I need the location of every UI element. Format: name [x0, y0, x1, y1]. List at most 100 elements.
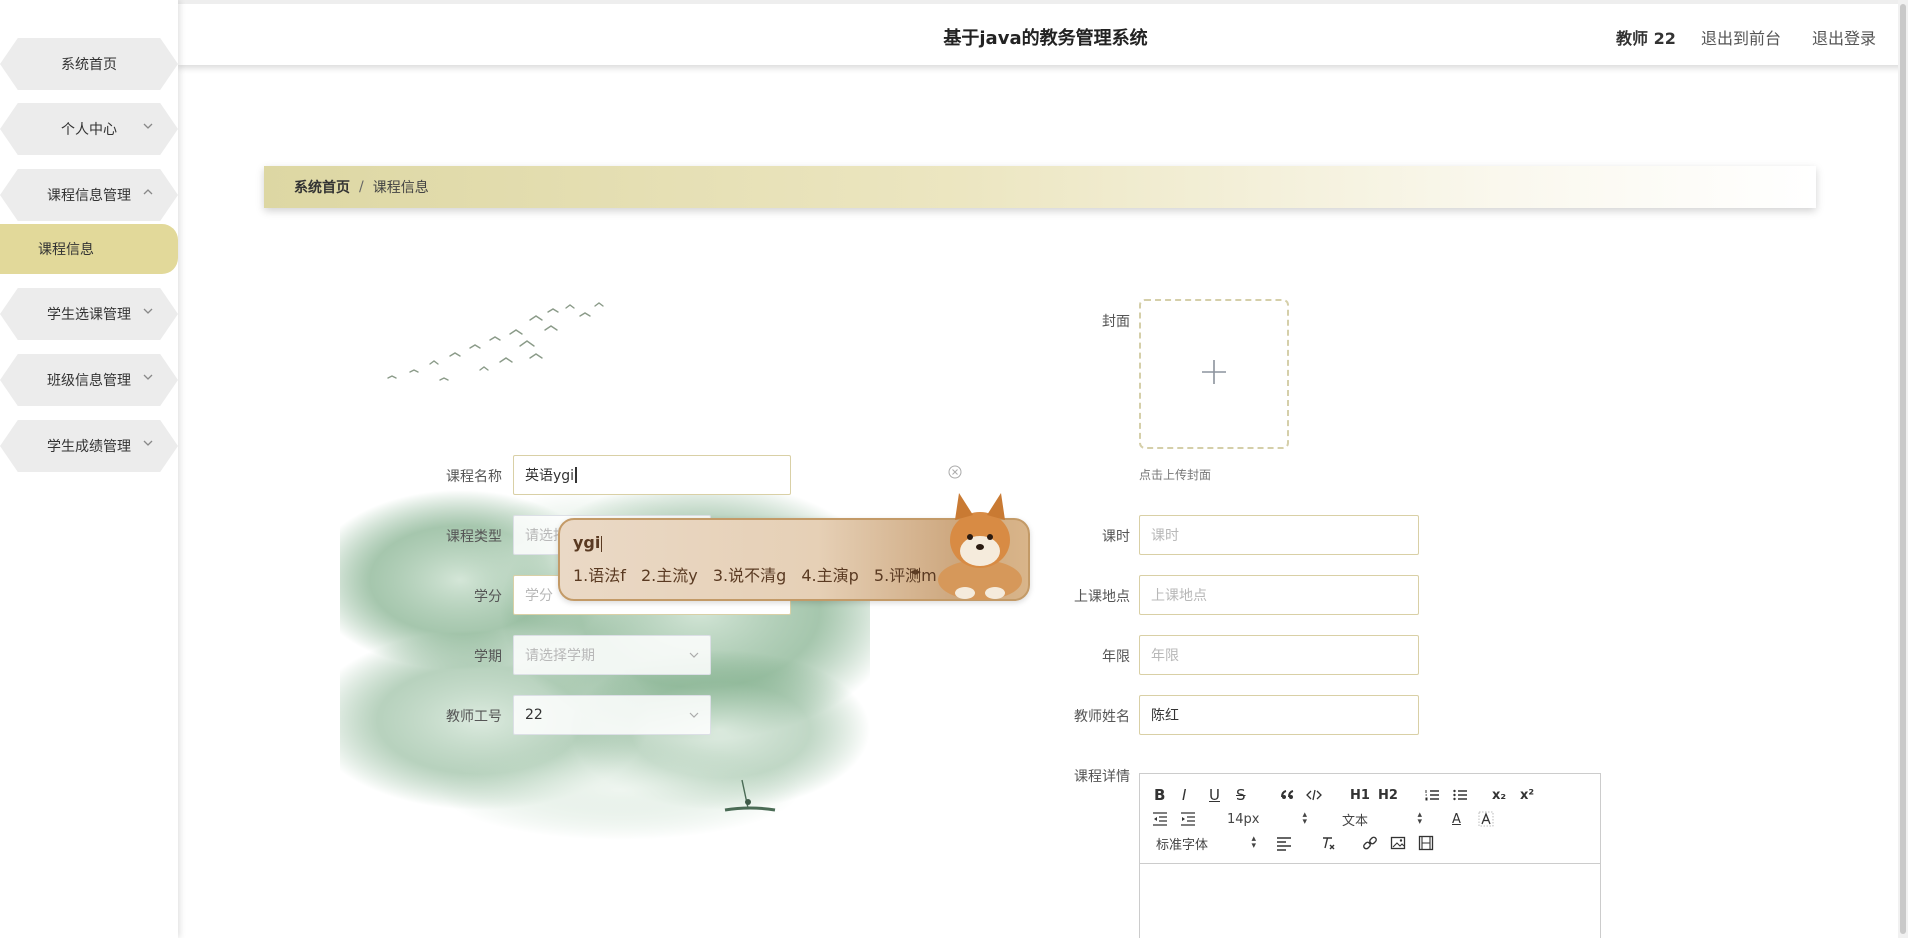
credit-placeholder: 学分: [525, 588, 553, 604]
hours-label: 课时: [1102, 529, 1130, 545]
sidebar-item-label: 系统首页: [61, 57, 117, 73]
superscript-button[interactable]: x²: [1520, 786, 1534, 804]
up-down-icon: ▴ ▾: [1417, 810, 1422, 827]
sidebar-item-label: 学生成绩管理: [47, 439, 131, 455]
bullet-list-icon[interactable]: [1452, 786, 1468, 804]
up-down-icon: ▴ ▾: [1251, 834, 1256, 851]
indent-icon[interactable]: [1180, 810, 1196, 828]
teacher-no-select[interactable]: 22: [513, 695, 711, 735]
birds-illustration: [387, 302, 604, 381]
chevron-down-icon: [142, 120, 156, 134]
editor-content-area[interactable]: [1140, 864, 1600, 938]
semester-placeholder: 请选择学期: [525, 648, 595, 664]
align-icon[interactable]: [1276, 834, 1292, 852]
font-size-select[interactable]: 14px ▴ ▾: [1227, 810, 1307, 828]
sidebar-item-class-mgmt[interactable]: 班级信息管理: [0, 354, 178, 406]
header-select[interactable]: 文本 ▴ ▾: [1342, 810, 1422, 829]
sidebar-subitem-course-info[interactable]: 课程信息: [0, 224, 178, 274]
code-block-icon[interactable]: [1306, 786, 1322, 804]
ime-candidate-list: 1.语法f 2.主流y 3.说不清g 4.主演p 5.评测m: [573, 562, 947, 586]
cover-uploader[interactable]: [1139, 299, 1289, 449]
sidebar-item-label: 个人中心: [61, 122, 117, 138]
font-family-value: 标准字体: [1156, 837, 1209, 853]
clear-format-icon[interactable]: [1320, 834, 1336, 852]
ordered-list-icon[interactable]: [1424, 786, 1440, 804]
ime-composition: ygi: [573, 533, 603, 552]
location-label: 上课地点: [1074, 589, 1130, 605]
cover-label: 封面: [1102, 314, 1130, 330]
font-family-select[interactable]: 标准字体 ▴ ▾: [1156, 834, 1256, 853]
underline-button[interactable]: U: [1209, 786, 1220, 804]
italic-button[interactable]: I: [1182, 786, 1186, 804]
sidebar-item-personal[interactable]: 个人中心: [0, 103, 178, 155]
teacher-name-value: 陈红: [1151, 708, 1179, 724]
logout-link[interactable]: 退出登录: [1812, 25, 1876, 49]
scrollbar-thumb[interactable]: [1900, 4, 1906, 934]
sidebar-item-home[interactable]: 系统首页: [0, 38, 178, 90]
course-name-input[interactable]: 英语ygi: [513, 455, 791, 495]
h1-button[interactable]: H1: [1350, 786, 1370, 804]
background-color-icon[interactable]: [1478, 810, 1494, 828]
breadcrumb-current: 课程信息: [372, 180, 429, 196]
sidebar-item-course-mgmt[interactable]: 课程信息管理: [0, 169, 178, 221]
outdent-icon[interactable]: [1152, 810, 1168, 828]
sidebar-item-label: 课程信息管理: [47, 188, 131, 204]
ime-candidate[interactable]: 2.主流y: [641, 566, 698, 585]
teacher-no-label: 教师工号: [446, 709, 502, 725]
header-select-value: 文本: [1342, 813, 1369, 829]
breadcrumb-home[interactable]: 系统首页: [294, 177, 350, 197]
semester-label: 学期: [474, 649, 502, 665]
link-icon[interactable]: [1362, 834, 1378, 852]
chevron-down-icon: [142, 305, 156, 319]
sidebar-item-label: 班级信息管理: [47, 373, 131, 389]
quote-icon[interactable]: [1280, 786, 1296, 804]
years-label: 年限: [1102, 649, 1130, 665]
ime-candidate[interactable]: 4.主演p: [801, 566, 858, 585]
hours-input[interactable]: 课时: [1139, 515, 1419, 555]
rich-text-editor: B I U S H1 H2 x₂ x² 14px ▴ ▾ 文本 ▴ ▾ A 标准字体 ▴ ▾: [1139, 773, 1601, 938]
years-input[interactable]: 年限: [1139, 635, 1419, 675]
subscript-button[interactable]: x₂: [1492, 786, 1506, 804]
sidebar-item-score-mgmt[interactable]: 学生成绩管理: [0, 420, 178, 472]
detail-label: 课程详情: [1074, 769, 1130, 785]
chevron-down-icon: [142, 437, 156, 451]
ime-page-arrows-icon[interactable]: ◂▸: [910, 565, 921, 578]
breadcrumb: 系统首页 / 课程信息: [264, 166, 1816, 208]
editor-toolbar: B I U S H1 H2 x₂ x² 14px ▴ ▾ 文本 ▴ ▾ A 标准字体 ▴ ▾: [1140, 774, 1600, 864]
exit-to-front-link[interactable]: 退出到前台: [1701, 25, 1781, 49]
video-icon[interactable]: [1418, 834, 1434, 852]
hours-placeholder: 课时: [1151, 528, 1179, 544]
top-header: 基于java的教务管理系统 教师 22 退出到前台 退出登录: [178, 0, 1908, 65]
sidebar-item-selection-mgmt[interactable]: 学生选课管理: [0, 288, 178, 340]
location-input[interactable]: 上课地点: [1139, 575, 1419, 615]
teacher-name-input[interactable]: 陈红: [1139, 695, 1419, 735]
image-icon[interactable]: [1390, 834, 1406, 852]
chevron-down-icon: [688, 709, 700, 721]
sidebar-item-label: 学生选课管理: [47, 307, 131, 323]
years-placeholder: 年限: [1151, 648, 1179, 664]
clear-circle-icon[interactable]: [948, 464, 962, 479]
font-color-button[interactable]: A: [1452, 810, 1461, 828]
ime-candidate[interactable]: 3.说不清g: [713, 566, 786, 585]
bold-button[interactable]: B: [1154, 786, 1165, 804]
chevron-down-icon: [142, 371, 156, 385]
course-type-label: 课程类型: [446, 529, 502, 545]
strike-button[interactable]: S: [1236, 786, 1246, 804]
font-size-value: 14px: [1227, 811, 1260, 827]
h2-button[interactable]: H2: [1378, 786, 1398, 804]
ime-composition-text: ygi: [573, 533, 601, 552]
ime-candidate[interactable]: 1.语法f: [573, 566, 626, 585]
page-scrollbar[interactable]: [1898, 0, 1908, 938]
ime-caret: [601, 535, 603, 552]
course-name-label: 课程名称: [446, 469, 502, 485]
teacher-no-value: 22: [525, 707, 543, 723]
shiba-dog-skin-icon: [938, 493, 1022, 600]
sidebar: 系统首页 个人中心 课程信息管理 课程信息 学生选课管理 班级信息管理 学生成绩…: [0, 0, 178, 938]
credit-label: 学分: [474, 589, 502, 605]
upload-tip: 点击上传封面: [1139, 468, 1212, 482]
sidebar-subitem-label: 课程信息: [38, 242, 94, 258]
app-window: 系统首页 个人中心 课程信息管理 课程信息 学生选课管理 班级信息管理 学生成绩…: [0, 0, 1908, 938]
location-placeholder: 上课地点: [1151, 588, 1207, 604]
semester-select[interactable]: 请选择学期: [513, 635, 711, 675]
up-down-icon: ▴ ▾: [1302, 810, 1307, 827]
